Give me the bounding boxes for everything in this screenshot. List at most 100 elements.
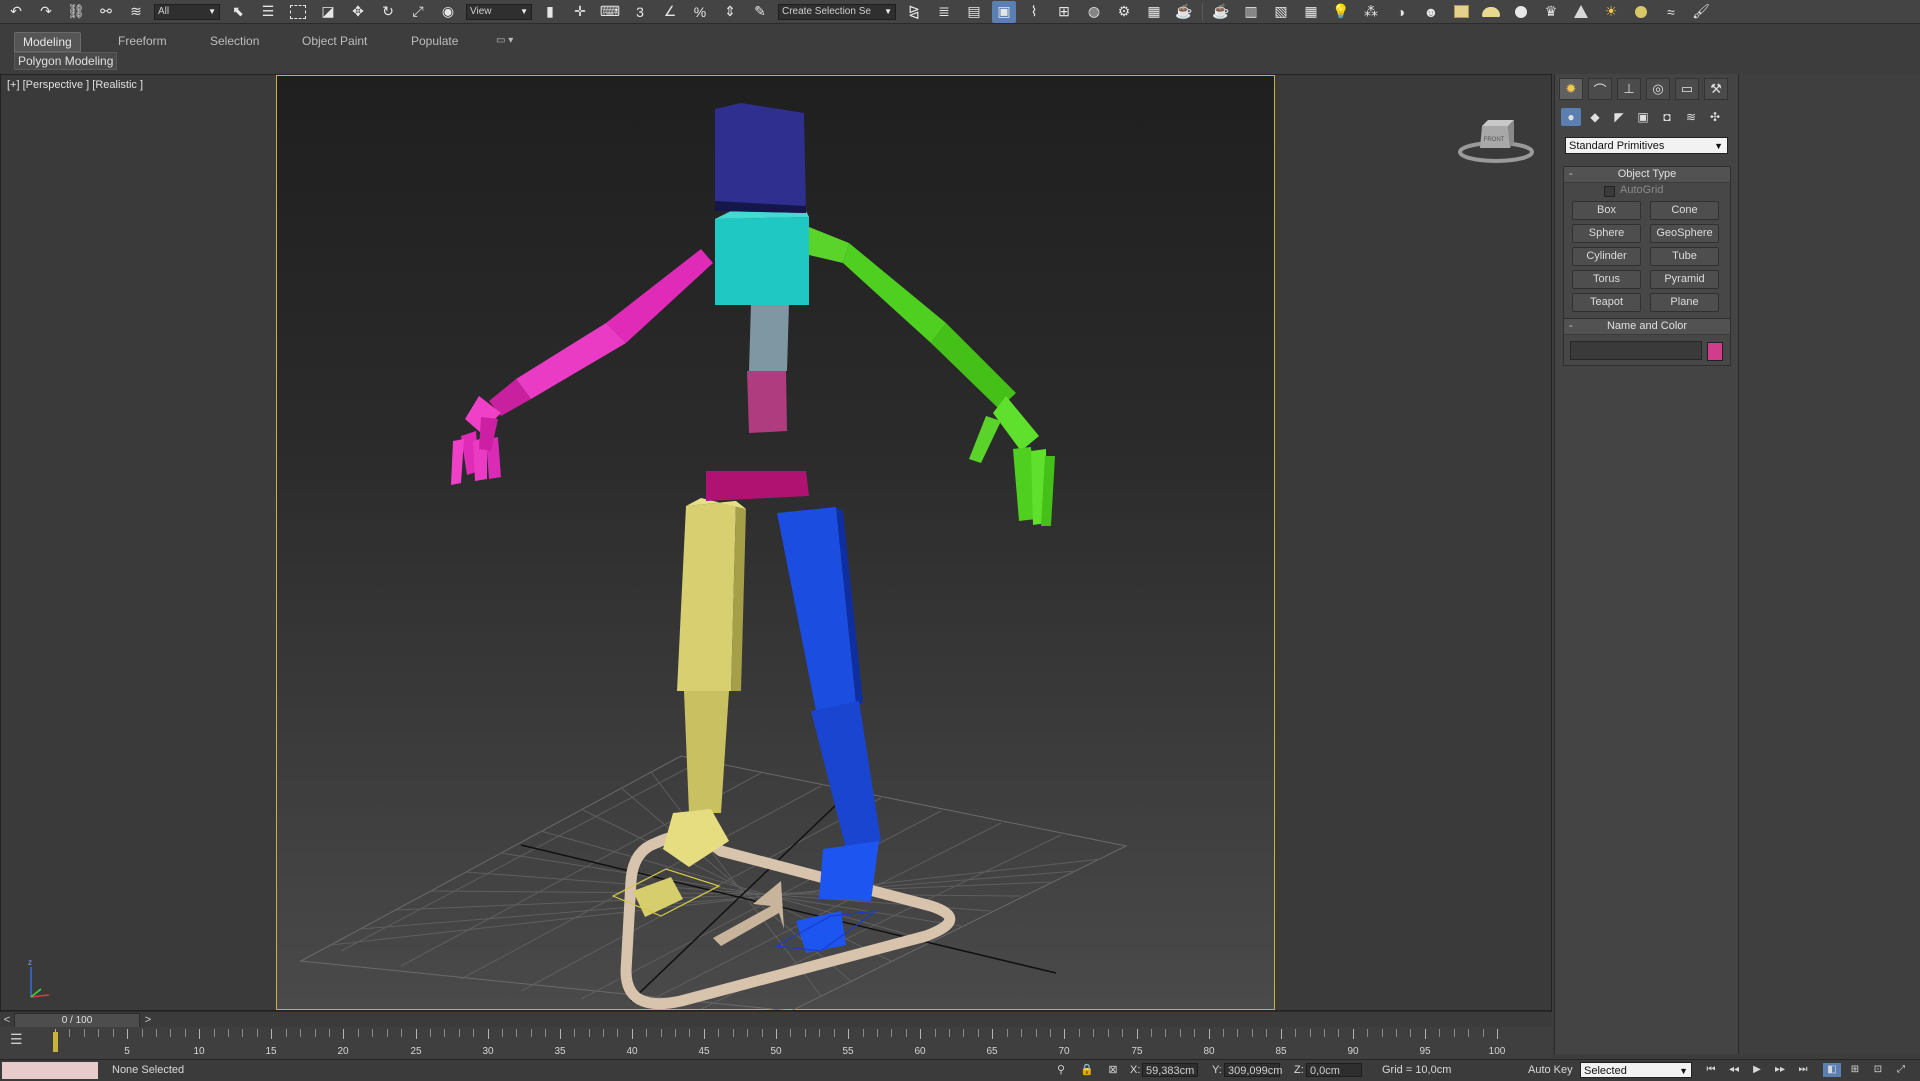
x-coordinate-field[interactable]: 59,383cm [1142, 1063, 1198, 1077]
link-icon[interactable]: ⛓ [64, 1, 88, 23]
keyboard-shortcut-override-icon[interactable]: ⌨ [598, 1, 622, 23]
pelvis[interactable] [706, 471, 809, 501]
helpers-category-icon[interactable]: ◘ [1657, 108, 1677, 126]
placement-icon[interactable]: ◉ [436, 1, 460, 23]
time-slider[interactable]: < 0 / 100 > [0, 1011, 1552, 1028]
geosphere-button[interactable]: GeoSphere [1650, 224, 1719, 243]
undo-icon[interactable]: ↶ [4, 1, 28, 23]
geometry-category-icon[interactable]: ● [1561, 108, 1581, 126]
rotate-icon[interactable]: ↻ [376, 1, 400, 23]
move-icon[interactable]: ✥ [346, 1, 370, 23]
scale-icon[interactable]: ⤢ [406, 1, 430, 23]
box-primitive-icon[interactable] [1449, 1, 1473, 23]
sphere-button[interactable]: Sphere [1572, 224, 1641, 243]
perspective-viewport[interactable]: [+] [Perspective ] [Realistic ] FRONT z [0, 74, 1552, 1011]
cylinder-button[interactable]: Cylinder [1572, 247, 1641, 266]
zoom-icon[interactable]: ⊞ [1846, 1063, 1864, 1077]
absolute-mode-icon[interactable]: ⊠ [1106, 1063, 1120, 1077]
cone-primitive-icon[interactable] [1569, 1, 1593, 23]
edit-named-selection-icon[interactable]: ✎ [748, 1, 772, 23]
layer-manager-icon[interactable]: ▤ [962, 1, 986, 23]
right-arm[interactable] [809, 227, 1055, 526]
systems-category-icon[interactable]: ✣ [1705, 108, 1725, 126]
time-slider-next-button[interactable]: > [142, 1013, 154, 1027]
play-icon[interactable]: ▶ [1748, 1063, 1766, 1077]
named-selection-dropdown[interactable]: Create Selection Se ▼ [778, 3, 896, 20]
isolate-selection-icon[interactable]: ⚲ [1054, 1063, 1068, 1077]
time-playhead[interactable] [53, 1032, 58, 1052]
right-leg[interactable] [774, 507, 881, 953]
key-mode-toggle-icon[interactable]: ◧ [1823, 1063, 1841, 1077]
redo-icon[interactable]: ↷ [34, 1, 58, 23]
modify-tab-icon[interactable]: ⌒ [1588, 78, 1612, 100]
polygon-modeling-panel-button[interactable]: Polygon Modeling [14, 52, 118, 70]
paint-brush-icon[interactable]: 🖌 [1689, 1, 1713, 23]
maxscript-mini-listener[interactable] [2, 1062, 98, 1079]
snaps-toggle-icon[interactable]: 3 [628, 1, 652, 23]
schematic-view-icon[interactable]: ⊞ [1052, 1, 1076, 23]
key-mode-dropdown[interactable]: Selected ▼ [1580, 1062, 1692, 1078]
maximize-viewport-icon[interactable]: ⤢ [1892, 1063, 1910, 1077]
object-type-rollout-header[interactable]: - Object Type [1564, 167, 1730, 183]
window-crossing-icon[interactable]: ◪ [316, 1, 340, 23]
unlink-icon[interactable]: ⚯ [94, 1, 118, 23]
z-coordinate-field[interactable]: 0,0cm [1306, 1063, 1362, 1077]
y-coordinate-field[interactable]: 309,099cm [1224, 1063, 1282, 1077]
next-frame-icon[interactable]: ▸▸ [1771, 1063, 1789, 1077]
spinner-snap-icon[interactable]: ⇕ [718, 1, 742, 23]
spacewarps-category-icon[interactable]: ≋ [1681, 108, 1701, 126]
display-tab-icon[interactable]: ▭ [1675, 78, 1699, 100]
mirror-icon[interactable]: ⧎ [902, 1, 926, 23]
rendered-frame-window-icon[interactable]: ▦ [1142, 1, 1166, 23]
render-setup-icon[interactable]: ⚙ [1112, 1, 1136, 23]
pivot-center-icon[interactable]: ▮ [538, 1, 562, 23]
head[interactable] [715, 103, 806, 213]
root-controller[interactable] [620, 830, 956, 1010]
viewcube[interactable]: FRONT [1456, 108, 1536, 168]
ribbon-options-icon[interactable]: ▭ ▾ [488, 32, 521, 50]
utilities-tab-icon[interactable]: ⚒ [1704, 78, 1728, 100]
dome-icon[interactable] [1479, 1, 1503, 23]
hierarchy-tab-icon[interactable]: ⊥ [1617, 78, 1641, 100]
cameras-category-icon[interactable]: ▣ [1633, 108, 1653, 126]
time-slider-prev-button[interactable]: < [1, 1013, 13, 1027]
sphere-primitive-icon[interactable] [1509, 1, 1533, 23]
plane-button[interactable]: Plane [1650, 293, 1719, 312]
curve-editor-icon[interactable]: ⌇ [1022, 1, 1046, 23]
select-by-name-icon[interactable]: ☰ [256, 1, 280, 23]
lights-category-icon[interactable]: ◤ [1609, 108, 1629, 126]
scene-explorer-icon[interactable]: ▣ [992, 0, 1016, 23]
left-arm[interactable] [451, 249, 713, 485]
character-icon[interactable]: ☻ [1419, 1, 1443, 23]
previous-frame-icon[interactable]: ◂◂ [1725, 1063, 1743, 1077]
tube-button[interactable]: Tube [1650, 247, 1719, 266]
reference-coordinate-dropdown[interactable]: View ▼ [466, 3, 532, 20]
zoom-extents-icon[interactable]: ⊡ [1869, 1063, 1887, 1077]
motion-tab-icon[interactable]: ◎ [1646, 78, 1670, 100]
select-object-icon[interactable]: ⬉ [226, 1, 250, 23]
open-mini-curve-editor-icon[interactable]: ☰ [10, 1031, 32, 1051]
crown-icon[interactable]: ♛ [1539, 1, 1563, 23]
tab-object-paint[interactable]: Object Paint [294, 32, 375, 50]
sky-sphere-icon[interactable] [1629, 1, 1653, 23]
material-editor-icon[interactable]: ◍ [1082, 1, 1106, 23]
light-bulb-icon[interactable]: 💡 [1329, 1, 1353, 23]
render-production-icon[interactable]: ☕ [1172, 1, 1196, 23]
align-icon[interactable]: ≣ [932, 1, 956, 23]
selection-lock-icon[interactable]: 🔒 [1080, 1063, 1094, 1077]
table-icon[interactable]: ▦ [1299, 1, 1323, 23]
selection-filter-dropdown[interactable]: All ▼ [154, 3, 220, 20]
scene-view[interactable] [1, 75, 1551, 1010]
render-panel-icon[interactable]: ▧ [1269, 1, 1293, 23]
object-category-dropdown[interactable]: Standard Primitives ▼ [1565, 137, 1728, 154]
select-manipulate-icon[interactable]: ✛ [568, 1, 592, 23]
walkthrough-icon[interactable]: ◑ [1389, 1, 1413, 23]
bind-spacewarp-icon[interactable]: ≋ [124, 1, 148, 23]
go-to-end-icon[interactable]: ⏭ [1794, 1063, 1812, 1077]
torus-button[interactable]: Torus [1572, 270, 1641, 289]
go-to-start-icon[interactable]: ⏮ [1702, 1063, 1720, 1077]
object-color-swatch[interactable] [1707, 342, 1723, 361]
box-button[interactable]: Box [1572, 201, 1641, 220]
teapot-icon[interactable]: ☕ [1209, 1, 1233, 23]
tab-selection[interactable]: Selection [202, 32, 267, 50]
